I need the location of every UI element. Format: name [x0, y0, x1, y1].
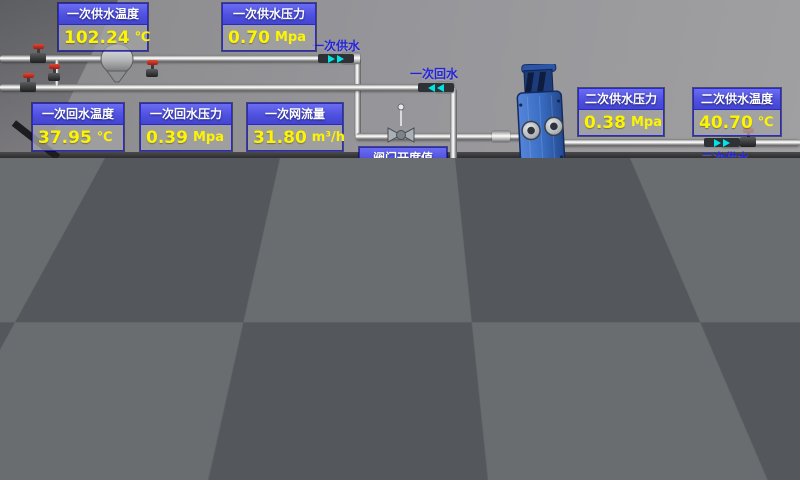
pipe-coupling [548, 330, 566, 341]
flow-arrows-left-icon [418, 83, 454, 92]
manual-valve-icon[interactable] [20, 73, 36, 92]
gauge-unit: % [412, 174, 425, 189]
gauge-makeup-pump-freq: 补水泵频率 33.88 Hz [278, 375, 370, 423]
flow-arrows-left-icon [489, 296, 525, 305]
pipe-coupling [733, 295, 751, 306]
gauge-label: 二次供水温度 [694, 89, 780, 110]
makeup-pump-icon[interactable] [222, 379, 278, 467]
manual-valve-icon[interactable] [30, 44, 46, 63]
pipe-label-makeup: 补水 [580, 400, 604, 417]
gauge-unit: Mpa [193, 130, 224, 145]
gauge-secondary-return-pressure: 二次回水压力 0.27 Mpa [578, 248, 664, 296]
gauge-value: 5.92 [365, 172, 407, 192]
gauge-label: 一次供水温度 [59, 4, 147, 25]
gauge-label: 一次回水压力 [141, 104, 231, 125]
flow-arrows-right-icon [704, 138, 740, 147]
gauge-label: 二次供水压力 [579, 89, 663, 110]
pipe-makeup-line-1 [130, 332, 562, 339]
control-valve-icon[interactable] [384, 102, 418, 148]
gauge-unit: Mpa [275, 30, 306, 45]
circulation-pump-icon[interactable] [486, 192, 546, 284]
gauge-value: 102.24 [64, 28, 130, 48]
gauge-label: 阀门开度值 [360, 148, 446, 169]
small-valve-icon[interactable] [146, 60, 158, 77]
gauge-primary-return-temp: 一次回水温度 37.95 ℃ [32, 103, 124, 151]
pipe-primary-return [0, 84, 454, 91]
flow-arrows-right-icon [318, 54, 354, 63]
gauge-unit: ℃ [97, 130, 113, 145]
gauge-value: 40.70 [699, 113, 753, 133]
gauge-value: 31.80 [253, 128, 307, 148]
gauge-value: 1.10 [41, 327, 83, 347]
gauge-tank-level: 水箱液位高度 1.10 m³ [35, 302, 125, 350]
gauge-unit: m³ [88, 329, 107, 344]
gauge-value: 36.63 [701, 273, 755, 293]
pipe-primary-supply-drop [354, 58, 361, 138]
pipe-label-primary-supply: 一次供水 [312, 37, 360, 54]
pipe-primary-supply [0, 55, 358, 62]
small-valve-icon[interactable] [48, 64, 60, 81]
gauge-value: 0.38 [584, 113, 626, 133]
gauge-unit: Mpa [631, 275, 662, 290]
gauge-value: 37.95 [38, 128, 92, 148]
gauge-value: 0.39 [146, 128, 188, 148]
gauge-unit: ℃ [135, 30, 151, 45]
makeup-tie-in-valve-icon[interactable] [544, 303, 556, 320]
gauge-value: 33.88 [284, 400, 338, 420]
pipe-secondary-supply [558, 139, 800, 146]
gauge-unit: Mpa [631, 115, 662, 130]
gauge-label: 二次回水温度 [696, 249, 780, 270]
gauge-valve-opening: 阀门开度值 5.92% [359, 147, 447, 195]
gauge-unit: Hz [343, 402, 361, 417]
circulation-pump-icon[interactable] [418, 196, 478, 288]
hmi-heat-station-screen: 一次供水 一次回水 二次供水 二次回水 补水 一次供水温度 102.24 ℃ 一次… [0, 0, 800, 480]
flow-arrows-right-icon [508, 331, 544, 340]
makeup-pump-icon[interactable] [228, 316, 284, 382]
gauge-label: 补水泵频率 [279, 376, 369, 397]
gauge-primary-flow: 一次网流量 31.80 m³/h [247, 103, 343, 151]
gauge-unit: ℃ [758, 115, 774, 130]
gauge-unit: m³/h [312, 130, 345, 145]
gauge-secondary-supply-pressure: 二次供水压力 0.38 Mpa [578, 88, 664, 136]
pipe-label-secondary-return: 二次回水 [719, 309, 767, 326]
gauge-value: 0.70 [228, 28, 270, 48]
gauge-label: 水箱液位高度 [36, 303, 124, 324]
gauge-label: 二次回水压力 [579, 249, 663, 270]
gauge-unit: ℃ [760, 275, 776, 290]
gauge-secondary-supply-temp: 二次供水温度 40.70 ℃ [693, 88, 781, 136]
gauge-primary-return-pressure: 一次回水压力 0.39 Mpa [140, 103, 232, 151]
pipe-label-primary-return: 一次回水 [410, 65, 458, 82]
gauge-primary-supply-pressure: 一次供水压力 0.70 Mpa [222, 3, 316, 51]
gauge-label: 一次网流量 [248, 104, 342, 125]
gauge-secondary-return-temp: 二次回水温度 36.63 ℃ [695, 248, 781, 296]
gauge-value: 0.27 [584, 273, 626, 293]
gauge-label: 一次供水压力 [223, 4, 315, 25]
flow-arrows-right-icon [576, 388, 612, 397]
gauge-label: 一次回水温度 [33, 104, 123, 125]
gauge-primary-supply-temp: 一次供水温度 102.24 ℃ [58, 3, 148, 51]
pipe-label-secondary-supply: 二次供水 [701, 149, 749, 166]
